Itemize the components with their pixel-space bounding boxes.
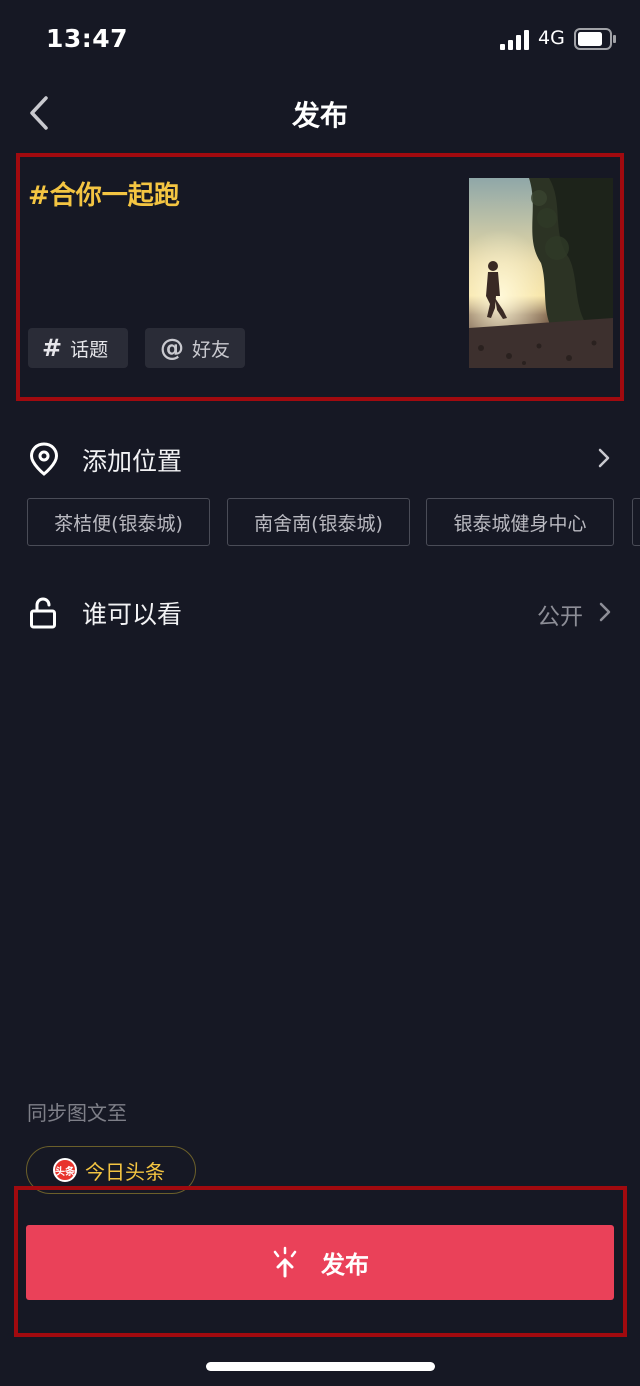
page-title: 发布 [291,99,348,132]
chevron-right-icon[interactable] [597,600,613,624]
mention-friend-button[interactable]: @ 好友 [145,328,245,368]
toutiao-logo-icon: 头条 [53,1158,77,1182]
privacy-value[interactable]: 公开 [537,597,583,631]
battery-icon [574,28,616,50]
privacy-label[interactable]: 谁可以看 [82,595,182,631]
status-time: 13:47 [46,24,129,53]
chevron-right-icon[interactable] [596,446,612,470]
caption-input[interactable]: #合你一起跑 [28,175,180,212]
signal-icon [500,30,529,50]
location-suggestion-chip-partial[interactable] [632,498,640,546]
topic-button-label: 话题 [70,338,109,361]
topic-button[interactable]: # 话题 [28,328,128,368]
network-type: 4G [538,27,565,49]
unlock-icon [30,597,56,629]
location-pin-icon [29,442,59,476]
sync-target-label: 今日头条 [85,1159,165,1184]
mention-friend-label: 好友 [192,338,231,361]
sync-label: 同步图文至 [27,1101,127,1125]
at-sign-icon: @ [160,334,184,362]
publish-button[interactable]: 发布 [26,1225,614,1300]
home-indicator[interactable] [206,1362,435,1371]
hashtag-icon: # [42,334,63,362]
location-suggestion-chip[interactable]: 南舍南(银泰城) [227,498,410,546]
location-suggestion-chip[interactable]: 银泰城健身中心 [426,498,614,546]
publish-button-label: 发布 [321,1251,369,1279]
location-suggestion-chip[interactable]: 茶桔便(银泰城) [27,498,210,546]
upload-spark-icon [273,1246,297,1277]
add-location-label[interactable]: 添加位置 [82,442,182,478]
cover-image-thumbnail[interactable] [469,178,613,368]
